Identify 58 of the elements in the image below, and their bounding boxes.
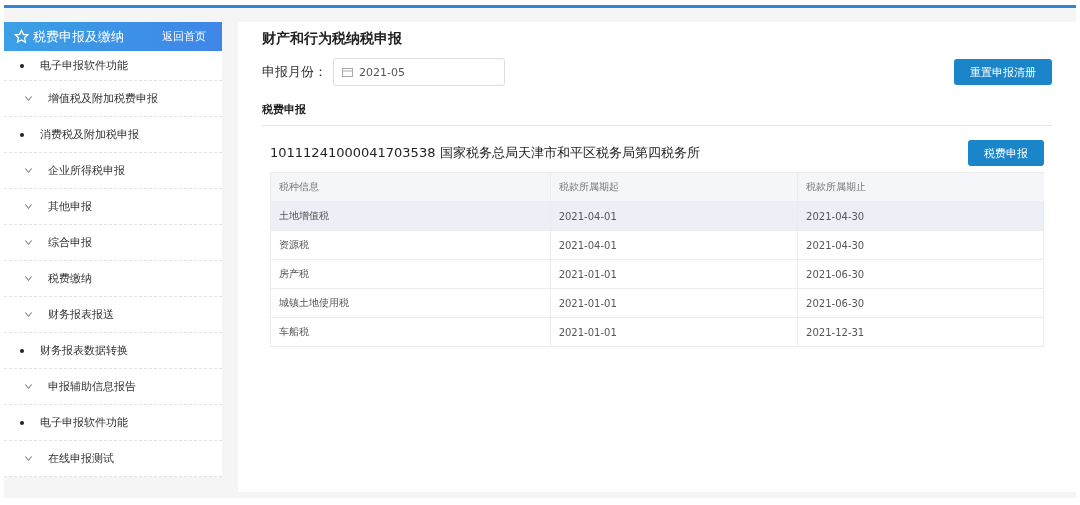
table-row[interactable]: 资源税 2021-04-01 2021-04-30 [270,230,1044,260]
table-row[interactable]: 城镇土地使用税 2021-01-01 2021-06-30 [270,288,1044,318]
sidebar-item[interactable]: 财务报表报送 [4,297,222,333]
sidebar-item[interactable]: 电子申报软件功能 [4,405,222,441]
sidebar-title: 税费申报及缴纳 [33,27,125,46]
home-link[interactable]: 返回首页 [162,29,206,44]
bullet-icon [20,348,24,353]
bullet-icon [20,132,24,137]
chevron-icon [24,456,32,461]
table-cell: 资源税 [270,230,551,260]
table-cell: 2021-12-31 [797,317,1044,347]
table-cell: 2021-01-01 [550,259,798,289]
table-row[interactable]: 土地增值税 2021-04-01 2021-04-30 [270,201,1044,231]
table-row[interactable]: 房产税 2021-01-01 2021-06-30 [270,259,1044,289]
calendar-icon [342,67,353,77]
table-cell: 2021-04-01 [550,201,798,231]
sidebar-item[interactable]: 增值税及附加税费申报 [4,81,222,117]
declare-button[interactable]: 税费申报 [968,140,1044,166]
column-header: 税种信息 [270,172,551,202]
table-cell: 2021-04-30 [797,201,1044,231]
table-cell: 车船税 [270,317,551,347]
section-title: 税费申报 [262,102,1052,126]
table-cell: 2021-04-30 [797,230,1044,260]
sidebar-item[interactable]: 其他申报 [4,189,222,225]
sidebar-item[interactable]: 财务报表数据转换 [4,333,222,369]
chevron-icon [24,384,32,389]
table-cell: 2021-01-01 [550,317,798,347]
month-field[interactable]: 2021-05 [333,58,505,86]
table-cell: 房产税 [270,259,551,289]
column-header: 税款所属期止 [797,172,1044,202]
chevron-icon [24,168,32,173]
table-cell: 城镇土地使用税 [270,288,551,318]
chevron-icon [24,312,32,317]
reset-button[interactable]: 重置申报清册 [954,59,1052,85]
table-cell: 2021-06-30 [797,288,1044,318]
table-cell: 2021-01-01 [550,288,798,318]
table-cell: 2021-06-30 [797,259,1044,289]
sidebar-item[interactable]: 在线申报测试 [4,441,222,477]
sidebar-item[interactable]: 消费税及附加税申报 [4,117,222,153]
chevron-icon [24,96,32,101]
table-cell: 2021-04-01 [550,230,798,260]
page-title: 财产和行为税纳税申报 [262,30,403,48]
table-cell: 土地增值税 [270,201,551,231]
table-row[interactable]: 车船税 2021-01-01 2021-12-31 [270,317,1044,347]
field-label: 申报月份： [262,63,327,81]
chevron-icon [24,204,32,209]
sidebar-item[interactable]: 综合申报 [4,225,222,261]
chevron-icon [24,240,32,245]
star-icon [14,29,29,44]
column-header: 税款所属期起 [550,172,798,202]
chevron-icon [24,276,32,281]
sidebar-item[interactable]: 企业所得税申报 [4,153,222,189]
bullet-icon [20,420,24,425]
organization-text: 10111241000041703538 国家税务总局天津市和平区税务局第四税务所 [270,144,700,162]
sidebar-item[interactable]: 申报辅助信息报告 [4,369,222,405]
bullet-icon [20,63,24,68]
sidebar-item[interactable]: 税费缴纳 [4,261,222,297]
sidebar-item[interactable]: 电子申报软件功能 [4,51,222,81]
